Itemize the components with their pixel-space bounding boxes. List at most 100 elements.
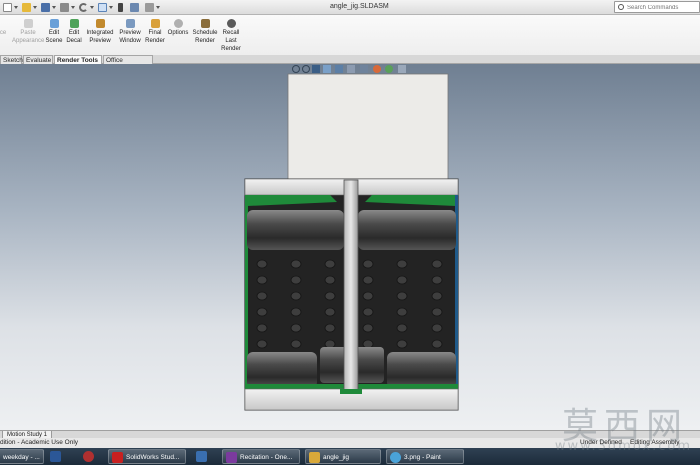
tab-office-products[interactable]: Office Products xyxy=(103,55,153,73)
rebuild-icon[interactable] xyxy=(118,3,123,12)
appearance-icon xyxy=(0,19,8,28)
edit-decal-icon xyxy=(69,19,79,28)
taskbar-item-apex[interactable] xyxy=(193,449,213,464)
hole xyxy=(256,291,268,301)
hole xyxy=(396,323,408,333)
search-input[interactable] xyxy=(627,3,697,12)
final-render-icon xyxy=(150,19,160,28)
lower-roller-left xyxy=(247,352,317,388)
word-icon xyxy=(50,451,61,462)
taskbar-item-paint[interactable]: 3.png - Paint xyxy=(386,449,464,464)
taskbar-item-solidworks[interactable]: SolidWorks Stud... xyxy=(108,449,186,464)
options-button[interactable]: Options xyxy=(167,19,189,37)
hole xyxy=(396,339,408,349)
status-definition: Under Defined xyxy=(580,439,622,446)
hole xyxy=(431,275,443,285)
paste-appearance-icon xyxy=(23,19,33,28)
title-bar: angle_jig.SLDASM xyxy=(0,0,700,15)
final-render-button[interactable]: Final Render xyxy=(144,19,166,45)
print-icon[interactable] xyxy=(60,3,69,12)
search-commands-box[interactable] xyxy=(614,1,700,13)
edit-scene-button[interactable]: Edit Scene xyxy=(45,19,63,45)
taskbar-item-weekday[interactable]: weekday - ... xyxy=(0,449,44,464)
hole xyxy=(256,339,268,349)
hole xyxy=(290,307,302,317)
apex-icon xyxy=(196,451,207,462)
hole xyxy=(396,307,408,317)
hole xyxy=(396,291,408,301)
upper-roller-left xyxy=(247,210,344,250)
assembly-model-render[interactable] xyxy=(0,64,700,430)
hole xyxy=(324,259,336,269)
preview-window-icon xyxy=(125,19,135,28)
dropdown-arrow-icon[interactable] xyxy=(33,3,37,12)
taskbar-item-3d-app[interactable] xyxy=(80,449,100,464)
status-editing-mode: Editing Assembly xyxy=(630,439,680,446)
hole xyxy=(324,275,336,285)
dropdown-arrow-icon[interactable] xyxy=(52,3,56,12)
hole xyxy=(290,259,302,269)
preview-window-button[interactable]: Preview Window xyxy=(117,19,143,45)
file-properties-icon[interactable] xyxy=(130,3,139,12)
lower-roller-right xyxy=(387,352,456,388)
edit-scene-icon xyxy=(49,19,59,28)
dropdown-arrow-icon[interactable] xyxy=(14,3,18,12)
ribbon-button-appearance[interactable]: ce xyxy=(0,19,8,37)
dropdown-arrow-icon[interactable] xyxy=(71,3,75,12)
hole xyxy=(256,259,268,269)
hole xyxy=(362,323,374,333)
hole xyxy=(396,275,408,285)
command-manager-tabs: Sketch Evaluate Render Tools Office Prod… xyxy=(0,55,700,73)
hole xyxy=(431,323,443,333)
gear-icon xyxy=(173,19,183,28)
hole xyxy=(324,339,336,349)
hole xyxy=(324,291,336,301)
taskbar-item-word[interactable] xyxy=(47,449,67,464)
dropdown-arrow-icon[interactable] xyxy=(90,3,94,12)
hole xyxy=(256,307,268,317)
graphics-viewport[interactable] xyxy=(0,64,700,430)
taskbar-item-angle-jig-folder[interactable]: angle_jig xyxy=(305,449,381,464)
schedule-render-icon xyxy=(200,19,210,28)
folder-icon xyxy=(309,452,320,463)
paste-appearance-button[interactable]: Paste Appearance xyxy=(12,19,44,45)
integrated-preview-button[interactable]: Integrated Preview xyxy=(85,19,115,45)
dropdown-arrow-icon[interactable] xyxy=(156,3,160,12)
new-document-icon[interactable] xyxy=(3,3,12,12)
upper-roller-right xyxy=(358,210,456,250)
taskbar-item-onenote[interactable]: Recitation - One... xyxy=(222,449,300,464)
center-bar-base xyxy=(340,389,362,394)
undo-icon[interactable] xyxy=(79,3,88,12)
dropdown-arrow-icon[interactable] xyxy=(109,3,113,12)
edit-decal-button[interactable]: Edit Decal xyxy=(65,19,83,45)
recall-render-icon xyxy=(226,19,236,28)
hole xyxy=(256,275,268,285)
options-icon[interactable] xyxy=(145,3,154,12)
tab-evaluate[interactable]: Evaluate xyxy=(23,55,53,64)
tab-sketch[interactable]: Sketch xyxy=(0,55,23,64)
window-title: angle_jig.SLDASM xyxy=(330,3,389,10)
recall-last-render-button[interactable]: Recall Last Render xyxy=(221,19,241,53)
schedule-render-button[interactable]: Schedule Render xyxy=(191,19,219,45)
hole xyxy=(256,323,268,333)
save-icon[interactable] xyxy=(41,3,50,12)
tab-render-tools[interactable]: Render Tools xyxy=(54,55,102,64)
integrated-preview-icon xyxy=(95,19,105,28)
hole xyxy=(362,291,374,301)
hole xyxy=(290,291,302,301)
hole xyxy=(362,339,374,349)
status-edition-text: dition - Academic Use Only xyxy=(0,439,79,446)
hole xyxy=(431,339,443,349)
hole xyxy=(431,307,443,317)
hole xyxy=(290,323,302,333)
hole xyxy=(324,323,336,333)
hole xyxy=(362,259,374,269)
solidworks-icon xyxy=(112,452,123,463)
open-folder-icon[interactable] xyxy=(22,3,31,12)
hole xyxy=(324,307,336,317)
search-icon xyxy=(618,4,624,10)
status-bar: dition - Academic Use Only Under Defined… xyxy=(0,438,700,448)
select-pointer-icon[interactable] xyxy=(98,3,107,12)
motion-study-tabbar: Motion Study 1 xyxy=(0,430,700,439)
hole xyxy=(431,291,443,301)
